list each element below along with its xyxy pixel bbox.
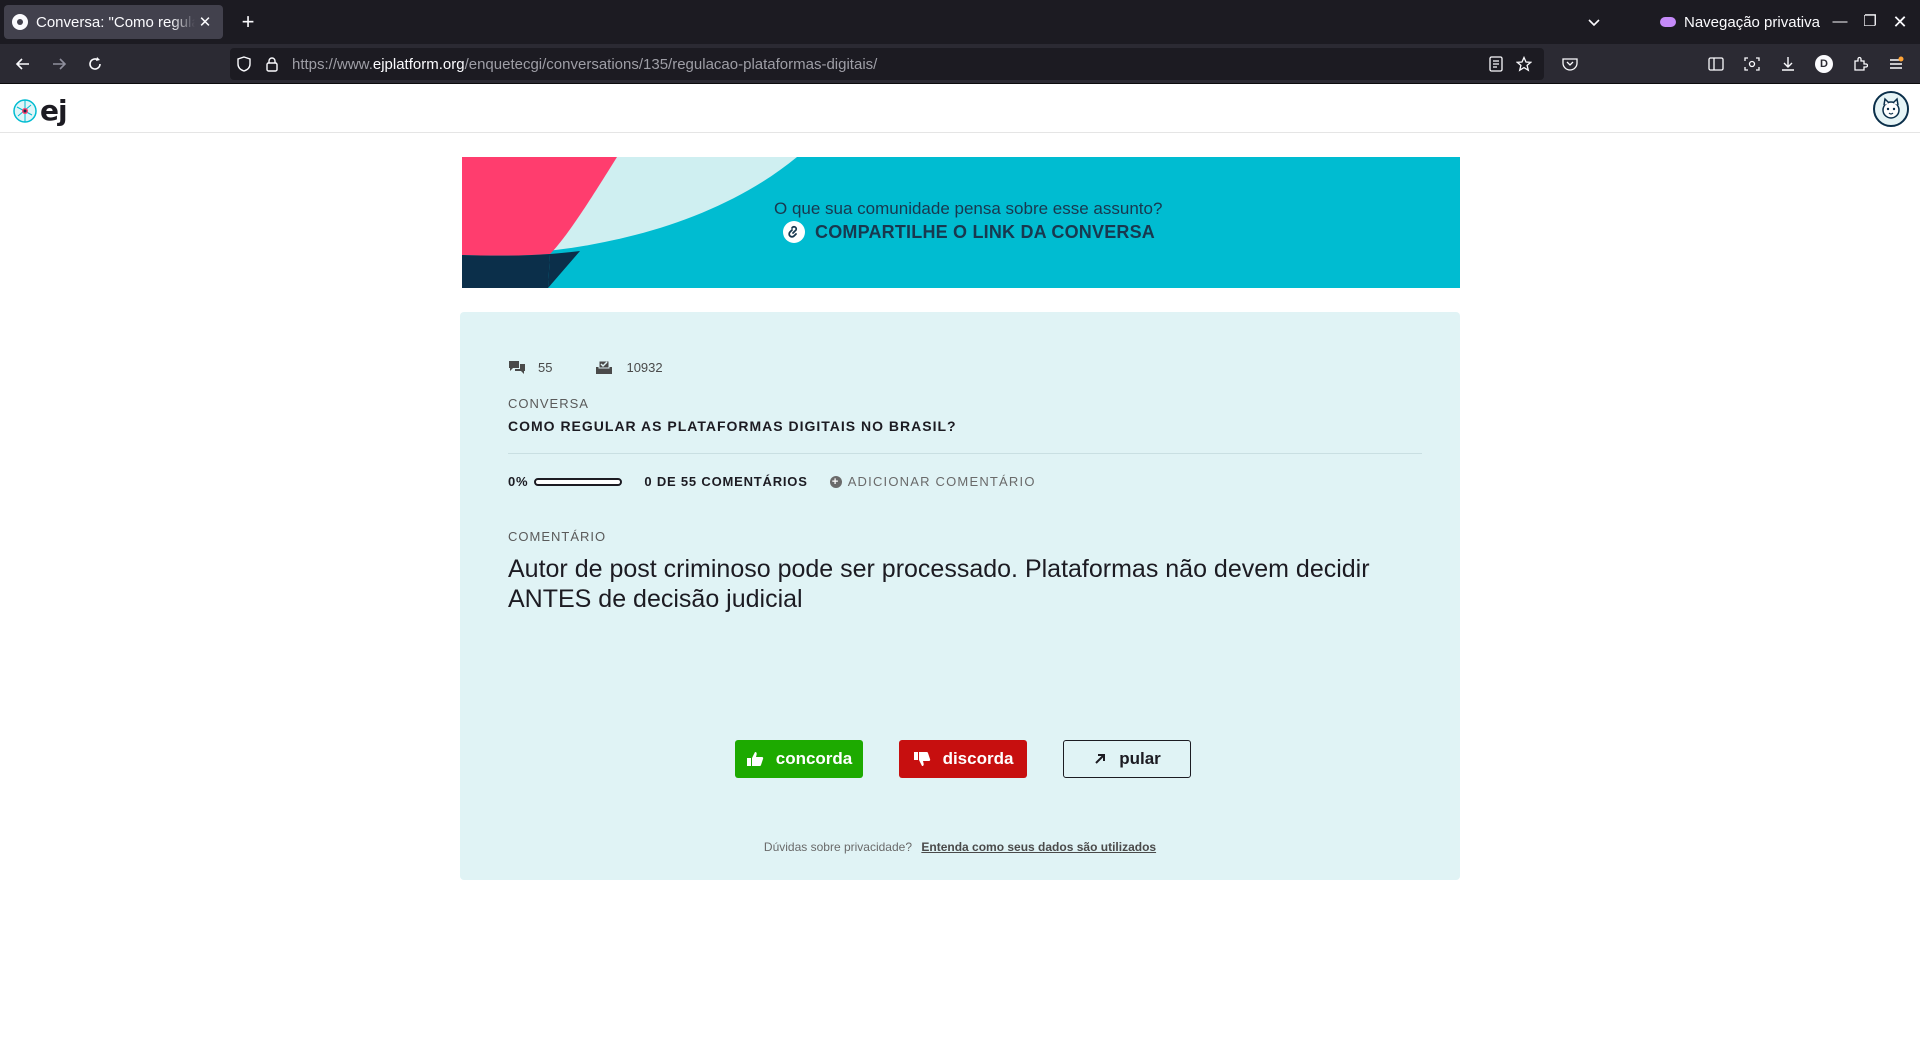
sidebar-icon[interactable]	[1698, 50, 1734, 78]
divider	[508, 453, 1422, 454]
bookmark-star-icon[interactable]	[1510, 50, 1538, 78]
arrow-up-right-icon	[1095, 754, 1106, 764]
add-comment-label: ADICIONAR COMENTÁRIO	[847, 474, 1036, 489]
account-avatar-icon[interactable]: D	[1806, 50, 1842, 78]
conversation-title: COMO REGULAR AS PLATAFORMAS DIGITAIS NO …	[508, 418, 957, 434]
private-mask-icon	[1660, 17, 1676, 27]
votes-count: 10932	[626, 359, 663, 375]
url-bar[interactable]: https://www.ejplatform.org/enquetecgi/co…	[230, 48, 1544, 80]
new-tab-button[interactable]: +	[234, 8, 262, 36]
conversation-card: 55 10932 CONVERSA COMO REGULAR AS PLATAF…	[460, 312, 1460, 880]
privacy-link[interactable]: Entenda como seus dados são utilizados	[921, 840, 1156, 854]
downloads-icon[interactable]	[1770, 50, 1806, 78]
tab-list-chevron-down-icon[interactable]	[1580, 8, 1608, 36]
skip-button[interactable]: pular	[1063, 740, 1191, 778]
ej-logo[interactable]: ej	[12, 94, 68, 127]
progress-percent: 0%	[508, 474, 529, 489]
app-header: ej	[0, 85, 1920, 133]
user-avatar[interactable]	[1873, 91, 1909, 127]
conversation-label: CONVERSA	[508, 396, 589, 411]
disagree-label: discorda	[942, 749, 1014, 768]
screenshot-icon[interactable]	[1734, 50, 1770, 78]
ej-logo-icon	[13, 98, 37, 123]
privacy-question: Dúvidas sobre privacidade?	[763, 840, 913, 854]
browser-nav-bar: https://www.ejplatform.org/enquetecgi/co…	[0, 44, 1920, 84]
agree-button[interactable]: concorda	[735, 740, 863, 778]
skip-label: pular	[1119, 749, 1161, 768]
banner-question: O que sua comunidade pensa sobre esse as…	[774, 199, 1163, 218]
minimize-window-button[interactable]: —	[1826, 8, 1854, 36]
comments-count-stat: 55	[508, 359, 552, 375]
tab-title: Conversa: "Como regular	[36, 13, 195, 31]
votes-count-stat: 10932	[594, 359, 663, 375]
conversation-stats: 55 10932	[508, 359, 705, 375]
link-icon	[783, 221, 805, 243]
progress-bar	[534, 477, 623, 486]
forward-arrow-icon[interactable]	[45, 50, 73, 78]
private-browsing-indicator: Navegação privativa	[1660, 10, 1820, 34]
tab-favicon-icon	[12, 14, 28, 30]
pocket-icon[interactable]	[1552, 50, 1588, 78]
comment-label: COMENTÁRIO	[508, 529, 607, 544]
app-menu-icon[interactable]	[1878, 50, 1914, 78]
comment-text: Autor de post criminoso pode ser process…	[508, 555, 1370, 613]
comments-icon	[509, 361, 525, 374]
disagree-button[interactable]: discorda	[899, 740, 1027, 778]
progress-text: 0 DE 55 COMENTÁRIOS	[644, 474, 808, 489]
logo-text: ej	[40, 94, 68, 127]
share-banner: O que sua comunidade pensa sobre esse as…	[462, 157, 1460, 288]
restore-window-button[interactable]: ❐	[1856, 8, 1884, 36]
lock-icon[interactable]	[258, 50, 286, 78]
thumbs-up-icon	[746, 752, 763, 766]
tracking-shield-icon[interactable]	[230, 50, 258, 78]
share-link-button[interactable]: COMPARTILHE O LINK DA CONVERSA	[783, 221, 1155, 243]
url-text[interactable]: https://www.ejplatform.org/enquetecgi/co…	[292, 56, 877, 73]
back-arrow-icon[interactable]	[9, 50, 37, 78]
reader-view-icon[interactable]	[1482, 50, 1510, 78]
tab-close-icon[interactable]: ✕	[195, 13, 215, 31]
agree-label: concorda	[775, 749, 853, 768]
plus-circle-icon: +	[829, 475, 842, 488]
add-comment-button[interactable]: + ADICIONAR COMENTÁRIO	[829, 474, 1036, 489]
comments-count: 55	[538, 359, 553, 375]
extensions-puzzle-icon[interactable]	[1842, 50, 1878, 78]
private-browsing-label: Navegação privativa	[1684, 13, 1820, 31]
user-avatar-icon	[1882, 97, 1900, 119]
thumbs-down-icon	[913, 752, 930, 766]
browser-tab-active[interactable]: Conversa: "Como regular ✕	[4, 5, 223, 39]
ballot-box-icon	[596, 360, 613, 374]
progress-row: 0% 0 DE 55 COMENTÁRIOS + ADICIONAR COMEN…	[508, 474, 1036, 489]
browser-tab-bar: Conversa: "Como regular ✕ + Navegação pr…	[0, 0, 1920, 44]
close-window-button[interactable]: ✕	[1886, 8, 1914, 36]
reload-icon[interactable]	[81, 50, 109, 78]
privacy-note: Dúvidas sobre privacidade? Entenda como …	[460, 840, 1460, 854]
share-link-label: COMPARTILHE O LINK DA CONVERSA	[815, 221, 1156, 242]
